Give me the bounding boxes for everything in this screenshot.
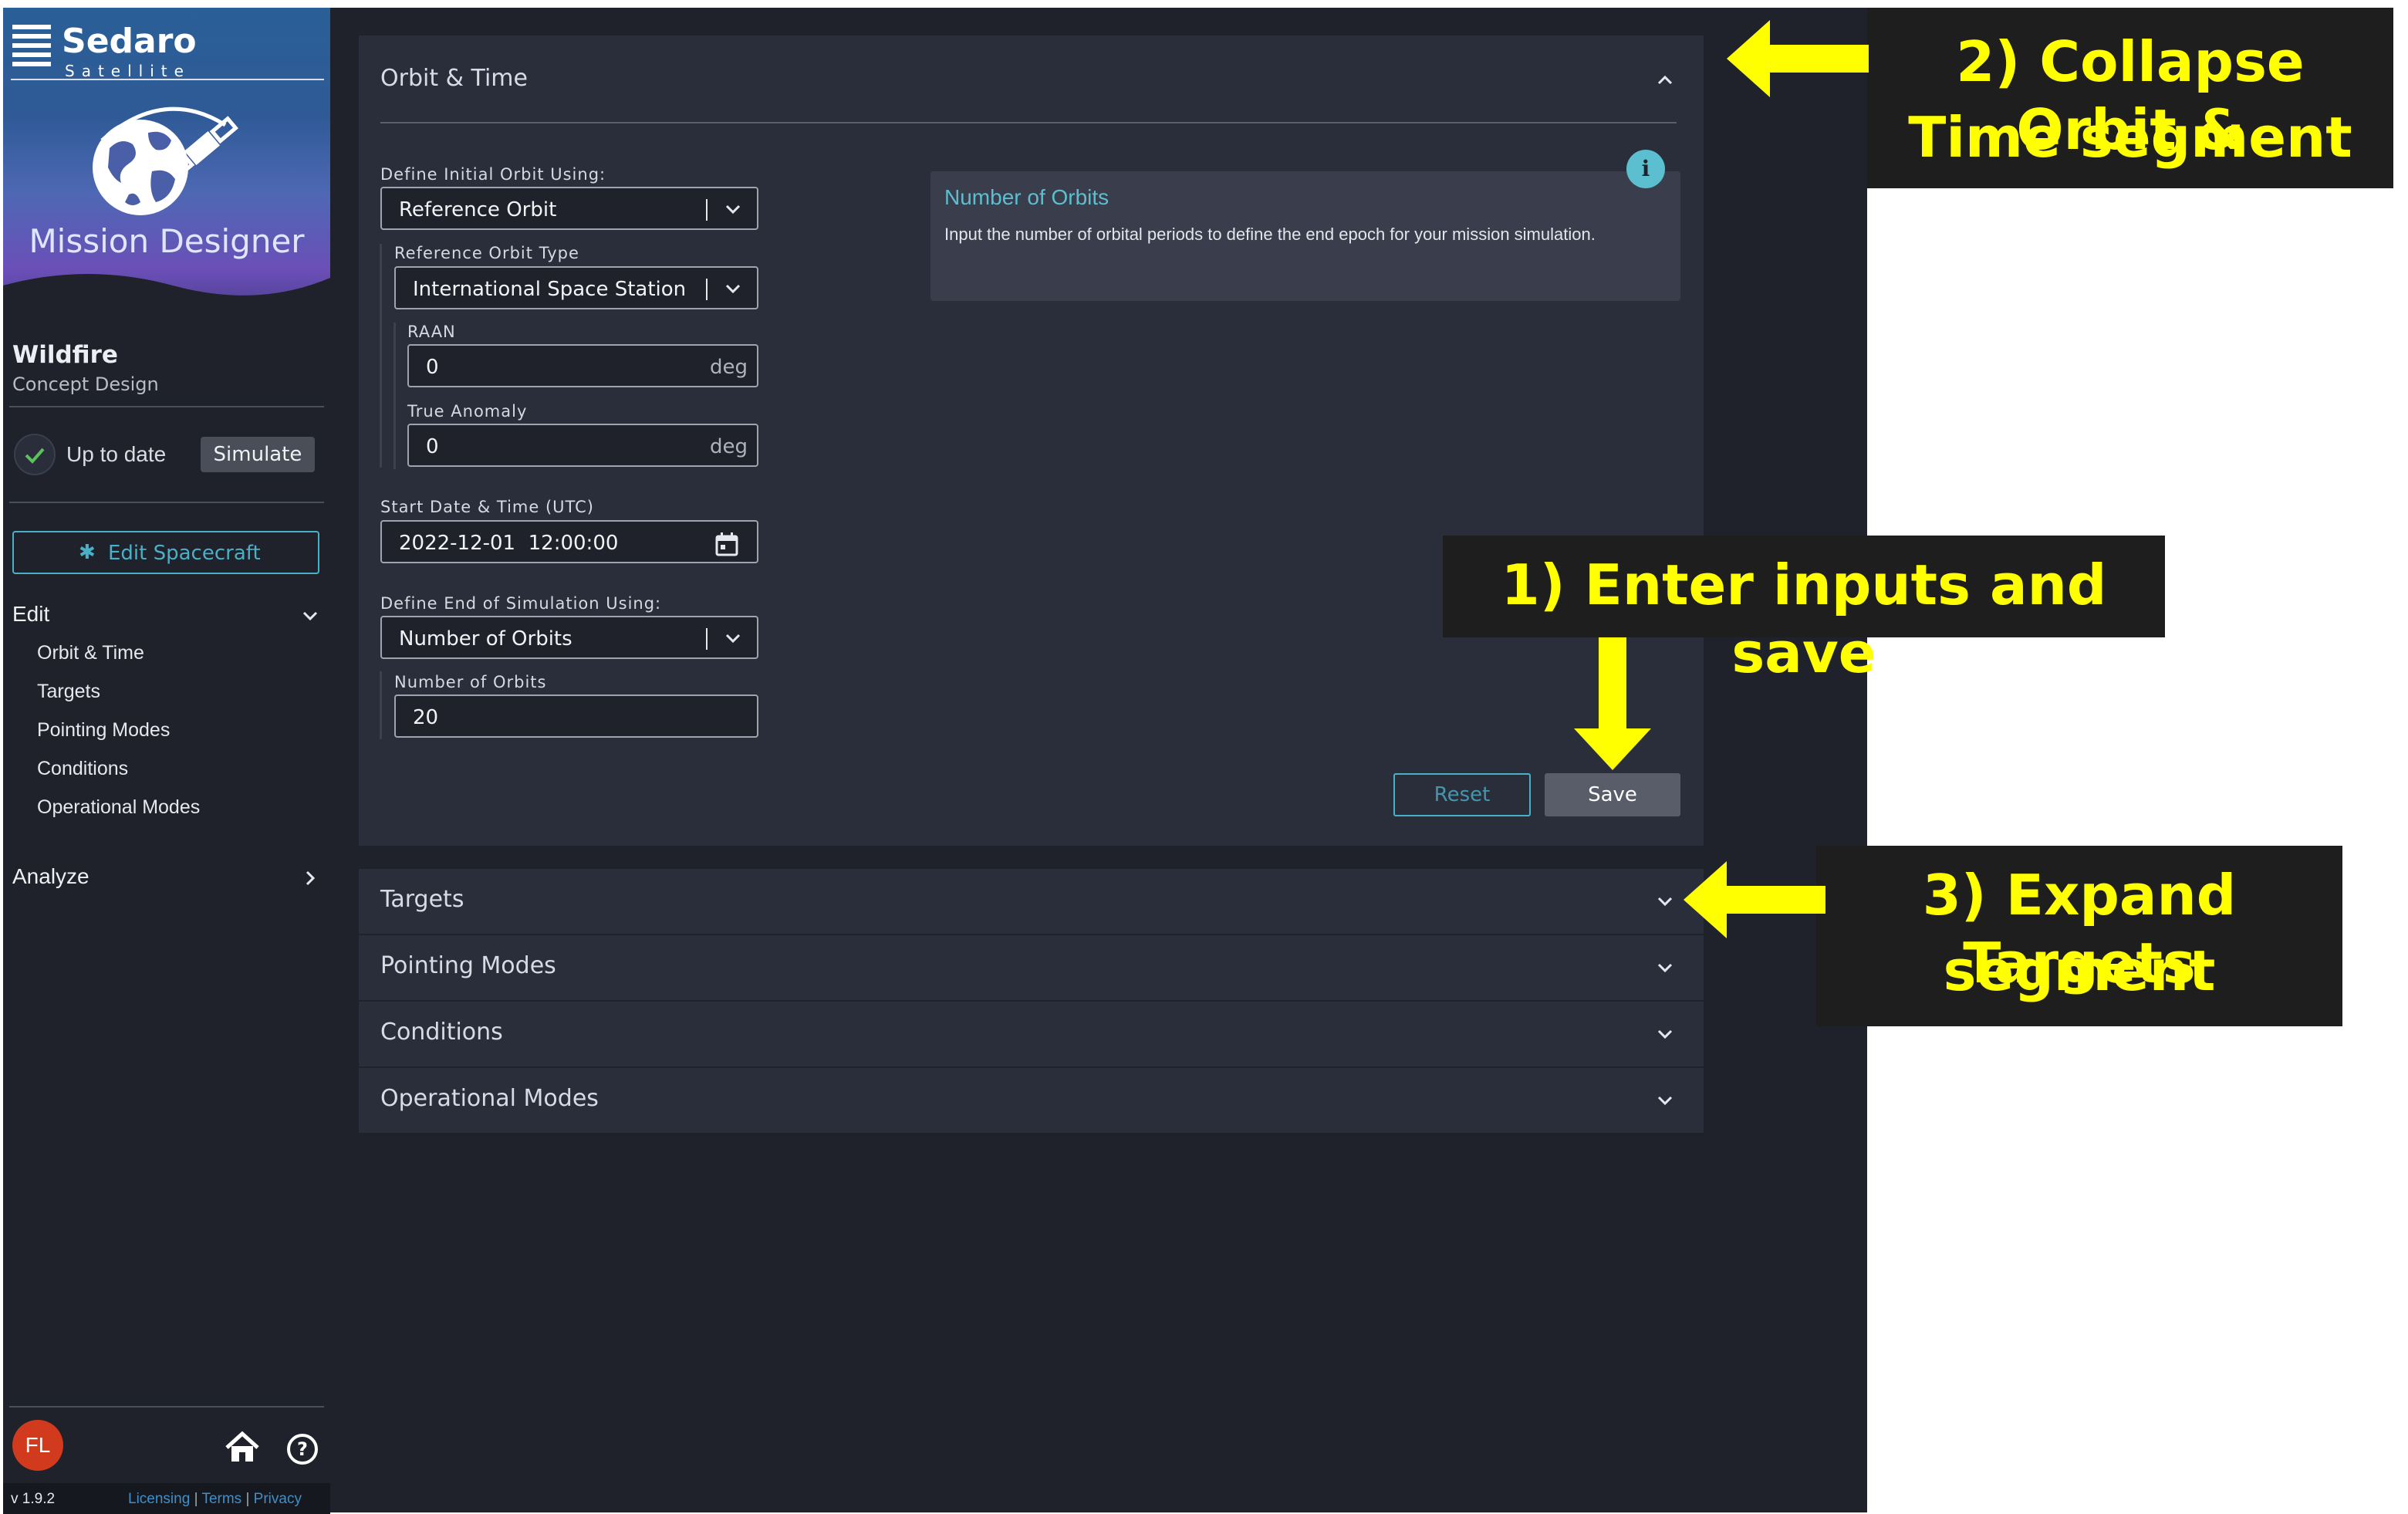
sidebar-item-operational-modes[interactable]: Operational Modes [37, 796, 200, 819]
sidebar-header: Sedaro Satellite Mission Designer [3, 8, 330, 316]
brand-name: Sedaro [62, 22, 197, 61]
save-label: Save [1588, 783, 1637, 806]
segment-conditions-label: Conditions [380, 1019, 503, 1046]
simulate-button[interactable]: Simulate [201, 437, 315, 472]
terms-link[interactable]: Terms [201, 1491, 241, 1507]
help-icon[interactable]: ? [285, 1432, 319, 1466]
simulate-label: Simulate [213, 443, 302, 466]
avatar[interactable]: FL [12, 1420, 63, 1471]
hero-wave [3, 274, 330, 316]
end-sim-value: Number of Orbits [399, 627, 572, 651]
info-box: Number of Orbits Input the number of orb… [930, 171, 1680, 301]
segment-conditions[interactable]: Conditions [359, 1002, 1704, 1066]
end-sim-select[interactable]: Number of Orbits [380, 616, 758, 659]
project-subtitle: Concept Design [12, 373, 159, 395]
sidebar-item-conditions[interactable]: Conditions [37, 758, 128, 780]
chevron-down-icon [725, 634, 741, 644]
licensing-link[interactable]: Licensing [128, 1491, 190, 1507]
edit-spacecraft-label: Edit Spacecraft [108, 542, 261, 565]
analyze-section-label: Analyze [12, 864, 89, 888]
raan-unit: deg [709, 356, 748, 379]
segment-operational-modes[interactable]: Operational Modes [359, 1068, 1704, 1133]
info-icon: i [1626, 150, 1665, 188]
num-orbits-value: 20 [413, 706, 439, 729]
ref-orbit-type-label: Reference Orbit Type [394, 244, 579, 262]
num-orbits-label: Number of Orbits [394, 673, 547, 691]
arrow-left-annotation-3 [1684, 861, 1825, 938]
ref-orbit-type-value: International Space Station [413, 278, 687, 301]
avatar-initials: FL [25, 1433, 51, 1457]
reset-label: Reset [1434, 783, 1491, 806]
sidebar-item-pointing-modes[interactable]: Pointing Modes [37, 719, 170, 742]
status-label: Up to date [66, 442, 167, 466]
chevron-down-icon [1657, 1029, 1673, 1039]
sidebar-item-orbit-time[interactable]: Orbit & Time [37, 642, 144, 664]
satellite-icon: ✱ [79, 540, 96, 563]
arrow-down-annotation-1 [1574, 637, 1651, 770]
chevron-down-icon [725, 204, 741, 215]
true-anomaly-value: 0 [426, 435, 439, 458]
chevron-down-icon [1657, 963, 1673, 973]
brand-sub: Satellite [65, 62, 191, 80]
edit-section-toggle[interactable]: Edit [12, 599, 321, 630]
num-orbits-input[interactable]: 20 [394, 694, 758, 738]
segment-pointing-modes[interactable]: Pointing Modes [359, 935, 1704, 1000]
annotation-step3: 3) Expand Targets segment [1816, 846, 2342, 1026]
info-title: Number of Orbits [944, 185, 1109, 209]
home-icon[interactable] [224, 1431, 261, 1465]
true-anomaly-unit: deg [709, 435, 748, 458]
segment-targets[interactable]: Targets [359, 869, 1704, 934]
chevron-down-icon [725, 284, 741, 294]
globe-satellite-icon [93, 106, 238, 215]
raan-value: 0 [426, 356, 439, 379]
initial-orbit-value: Reference Orbit [399, 198, 557, 221]
arrow-left-annotation-2 [1727, 20, 1869, 97]
segment-pointing-modes-label: Pointing Modes [380, 952, 556, 979]
segment-operational-modes-label: Operational Modes [380, 1085, 599, 1112]
sidebar: Sedaro Satellite Mission Designer Wildfi… [3, 8, 330, 1514]
edit-section-label: Edit [12, 602, 50, 626]
version-label: v 1.9.2 [11, 1491, 56, 1507]
chevron-right-icon [306, 870, 316, 886]
chevron-down-icon [1657, 1096, 1673, 1106]
svg-text:?: ? [297, 1438, 308, 1460]
end-sim-label: Define End of Simulation Using: [380, 594, 662, 613]
annotation-step1: 1) Enter inputs and save [1443, 536, 2165, 685]
initial-orbit-label: Define Initial Orbit Using: [380, 165, 606, 184]
project-name: Wildfire [12, 341, 118, 369]
chevron-down-icon [1657, 897, 1673, 907]
true-anomaly-input[interactable]: 0 deg [407, 424, 758, 467]
privacy-link[interactable]: Privacy [254, 1491, 302, 1507]
calendar-icon[interactable] [714, 531, 740, 557]
raan-label: RAAN [407, 323, 456, 341]
ref-orbit-type-select[interactable]: International Space Station [394, 266, 758, 309]
chevron-up-icon[interactable] [1653, 68, 1677, 93]
logo-mark-icon [12, 25, 51, 66]
sidebar-item-targets[interactable]: Targets [37, 681, 100, 703]
true-anomaly-label: True Anomaly [407, 402, 528, 421]
start-date-value: 2022-12-01 12:00:00 [399, 532, 619, 555]
save-button[interactable]: Save [1545, 773, 1680, 816]
info-body: Input the number of orbital periods to d… [944, 225, 1596, 244]
analyze-section-toggle[interactable]: Analyze [12, 861, 321, 892]
raan-input[interactable]: 0 deg [407, 344, 758, 387]
reset-button[interactable]: Reset [1393, 773, 1531, 816]
footer-links: Licensing | Terms | Privacy [128, 1491, 302, 1507]
orbit-time-header[interactable]: Orbit & Time [380, 65, 528, 92]
segment-targets-label: Targets [380, 886, 464, 913]
sedaro-logo: Sedaro Satellite [11, 19, 211, 80]
start-date-input[interactable]: 2022-12-01 12:00:00 [380, 520, 758, 563]
check-icon [25, 448, 45, 464]
annotation-step2: 2) Collapse Orbit & Time segment [1867, 8, 2393, 188]
initial-orbit-select[interactable]: Reference Orbit [380, 187, 758, 230]
start-date-label: Start Date & Time (UTC) [380, 498, 594, 516]
edit-spacecraft-button[interactable]: ✱ Edit Spacecraft [12, 531, 319, 574]
chevron-down-icon [302, 611, 318, 621]
status-indicator [14, 434, 56, 475]
